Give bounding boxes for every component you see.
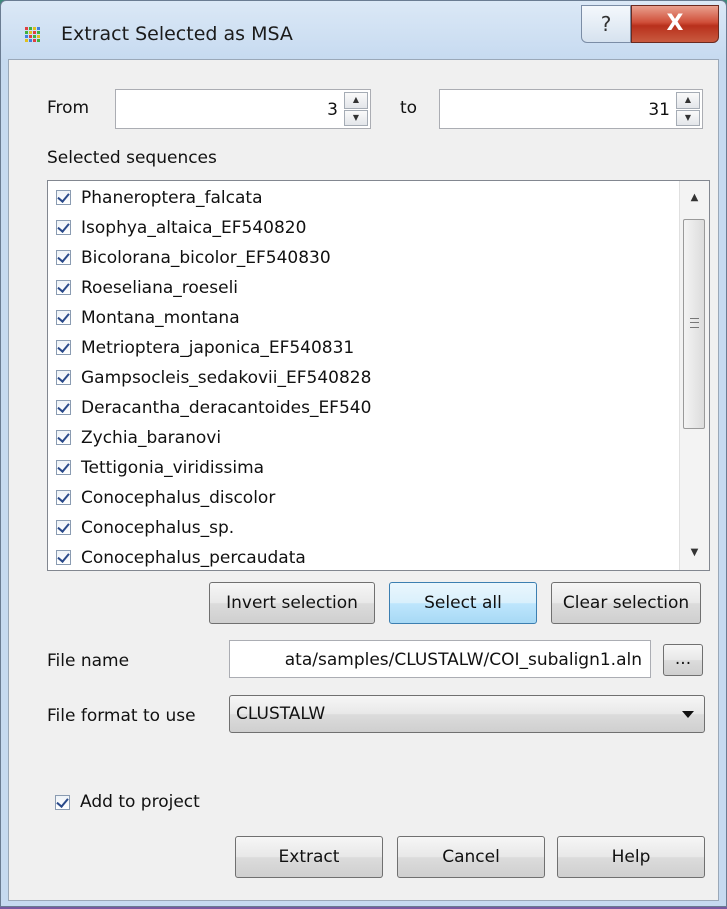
checkbox-checked-icon[interactable] bbox=[56, 400, 71, 415]
invert-selection-button[interactable]: Invert selection bbox=[209, 582, 375, 624]
from-value: 3 bbox=[327, 100, 338, 120]
cancel-button[interactable]: Cancel bbox=[397, 836, 545, 878]
scrollbar-thumb[interactable] bbox=[683, 219, 705, 429]
checkbox-checked-icon[interactable] bbox=[56, 190, 71, 205]
to-label: to bbox=[400, 98, 418, 118]
vertical-scrollbar[interactable]: ▲ ▼ bbox=[679, 181, 709, 570]
list-item-label: Metrioptera_japonica_EF540831 bbox=[81, 337, 355, 358]
checkbox-checked-icon[interactable] bbox=[56, 310, 71, 325]
list-item-label: Conocephalus_discolor bbox=[81, 487, 276, 508]
add-to-project-label: Add to project bbox=[80, 792, 200, 812]
from-spinbox[interactable]: 3 ▲ ▼ bbox=[115, 89, 371, 129]
checkbox-checked-icon[interactable] bbox=[56, 490, 71, 505]
grip-icon bbox=[690, 318, 699, 328]
list-item[interactable]: Roeseliana_roeseli bbox=[56, 274, 238, 301]
list-item[interactable]: Conocephalus_percaudata bbox=[56, 544, 306, 570]
list-item[interactable]: Conocephalus_discolor bbox=[56, 484, 275, 511]
list-item-label: Zychia_baranovi bbox=[81, 427, 222, 448]
app-icon bbox=[25, 27, 41, 43]
list-item[interactable]: Deracantha_deracantoides_EF540 bbox=[56, 394, 371, 421]
context-help-button[interactable]: ? bbox=[581, 5, 631, 43]
file-name-label: File name bbox=[47, 651, 130, 671]
list-item[interactable]: Zychia_baranovi bbox=[56, 424, 221, 451]
extract-button[interactable]: Extract bbox=[235, 836, 383, 878]
file-format-label: File format to use bbox=[47, 706, 196, 726]
from-label: From bbox=[47, 98, 90, 118]
sequence-list[interactable]: Phaneroptera_falcata Isophya_altaica_EF5… bbox=[47, 180, 710, 571]
list-item-label: Conocephalus_sp. bbox=[81, 517, 235, 538]
checkbox-checked-icon[interactable] bbox=[56, 250, 71, 265]
scroll-down-arrow-icon[interactable]: ▼ bbox=[680, 538, 709, 568]
list-item[interactable]: Phaneroptera_falcata bbox=[56, 184, 263, 211]
list-item-label: Phaneroptera_falcata bbox=[81, 187, 263, 208]
checkbox-checked-icon[interactable] bbox=[56, 340, 71, 355]
title-bar: Extract Selected as MSA ? X bbox=[1, 1, 726, 59]
list-item-label: Isophya_altaica_EF540820 bbox=[81, 217, 307, 238]
checkbox-checked-icon[interactable] bbox=[56, 550, 71, 565]
list-item[interactable]: Metrioptera_japonica_EF540831 bbox=[56, 334, 354, 361]
clear-selection-button[interactable]: Clear selection bbox=[551, 582, 701, 624]
list-item-label: Deracantha_deracantoides_EF540 bbox=[81, 397, 372, 418]
list-item-label: Conocephalus_percaudata bbox=[81, 547, 306, 568]
checkbox-checked-icon[interactable] bbox=[56, 280, 71, 295]
from-up-arrow-icon[interactable]: ▲ bbox=[344, 92, 368, 109]
to-spinbox[interactable]: 31 ▲ ▼ bbox=[439, 89, 703, 129]
dialog-window: Extract Selected as MSA ? X From 3 ▲ ▼ t… bbox=[0, 0, 727, 907]
to-up-arrow-icon[interactable]: ▲ bbox=[676, 92, 700, 109]
list-item[interactable]: Conocephalus_sp. bbox=[56, 514, 234, 541]
selected-sequences-label: Selected sequences bbox=[47, 148, 217, 168]
select-all-button[interactable]: Select all bbox=[389, 582, 537, 624]
to-down-arrow-icon[interactable]: ▼ bbox=[676, 109, 700, 126]
checkbox-checked-icon[interactable] bbox=[56, 370, 71, 385]
list-item[interactable]: Tettigonia_viridissima bbox=[56, 454, 264, 481]
checkbox-checked-icon[interactable] bbox=[55, 794, 70, 810]
from-down-arrow-icon[interactable]: ▼ bbox=[344, 109, 368, 126]
checkbox-checked-icon[interactable] bbox=[56, 520, 71, 535]
file-format-combobox[interactable]: CLUSTALW bbox=[229, 695, 705, 733]
checkbox-checked-icon[interactable] bbox=[56, 430, 71, 445]
dialog-client-area: From 3 ▲ ▼ to 31 ▲ ▼ Selected sequences … bbox=[8, 59, 719, 901]
list-item[interactable]: Gampsocleis_sedakovii_EF540828 bbox=[56, 364, 371, 391]
browse-button[interactable]: ... bbox=[663, 644, 703, 676]
file-name-field[interactable]: ata/samples/CLUSTALW/COI_subalign1.aln bbox=[229, 640, 651, 678]
checkbox-checked-icon[interactable] bbox=[56, 220, 71, 235]
add-to-project-checkbox[interactable]: Add to project bbox=[55, 792, 200, 812]
file-name-value: ata/samples/CLUSTALW/COI_subalign1.aln bbox=[284, 650, 642, 670]
window-title: Extract Selected as MSA bbox=[61, 23, 293, 45]
list-item[interactable]: Bicolorana_bicolor_EF540830 bbox=[56, 244, 331, 271]
list-item-label: Bicolorana_bicolor_EF540830 bbox=[81, 247, 331, 268]
list-item[interactable]: Isophya_altaica_EF540820 bbox=[56, 214, 306, 241]
list-item-label: Gampsocleis_sedakovii_EF540828 bbox=[81, 367, 372, 388]
help-button[interactable]: Help bbox=[557, 836, 705, 878]
close-button[interactable]: X bbox=[631, 5, 719, 43]
list-item[interactable]: Montana_montana bbox=[56, 304, 240, 331]
checkbox-checked-icon[interactable] bbox=[56, 460, 71, 475]
to-value: 31 bbox=[648, 100, 670, 120]
list-item-label: Montana_montana bbox=[81, 307, 240, 328]
scroll-up-arrow-icon[interactable]: ▲ bbox=[680, 183, 709, 213]
list-item-label: Tettigonia_viridissima bbox=[81, 457, 265, 478]
chevron-down-icon[interactable] bbox=[682, 711, 694, 718]
list-item-label: Roeseliana_roeseli bbox=[81, 277, 239, 298]
file-format-value: CLUSTALW bbox=[236, 704, 326, 724]
